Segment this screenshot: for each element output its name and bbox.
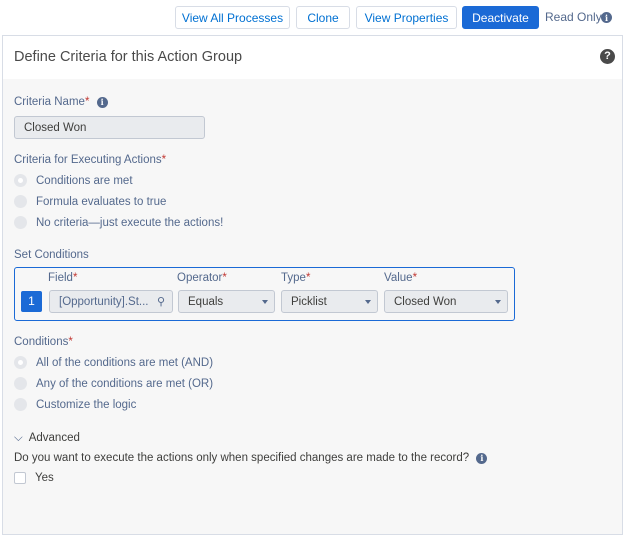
view-properties-button[interactable]: View Properties: [356, 6, 457, 29]
field-header: Field*: [48, 272, 78, 284]
info-icon[interactable]: i: [96, 96, 108, 108]
advanced-question: Do you want to execute the actions only …: [14, 452, 488, 464]
chevron-down-icon: [262, 300, 268, 304]
radio-conditions-met[interactable]: Conditions are met: [14, 174, 133, 187]
chevron-down-icon: [365, 300, 371, 304]
operator-header: Operator*: [177, 272, 227, 284]
radio-custom-logic[interactable]: Customize the logic: [14, 398, 136, 411]
search-icon: ⚲: [156, 296, 165, 308]
yes-checkbox[interactable]: Yes: [14, 472, 54, 484]
radio-any-or[interactable]: Any of the conditions are met (OR): [14, 377, 213, 390]
panel-header: Define Criteria for this Action Group ?: [3, 36, 622, 79]
help-icon[interactable]: ?: [600, 49, 615, 64]
row-number-badge: 1: [21, 291, 42, 312]
view-all-processes-button[interactable]: View All Processes: [175, 6, 290, 29]
chevron-down-icon: [495, 300, 501, 304]
read-only-label: Read Only: [545, 10, 602, 24]
condition-row: Field* Operator* Type* Value* 1 [Opportu…: [14, 267, 515, 321]
deactivate-button[interactable]: Deactivate: [462, 6, 539, 29]
value-select[interactable]: Closed Won: [384, 290, 508, 313]
type-select[interactable]: Picklist: [281, 290, 378, 313]
type-header: Type*: [281, 272, 311, 284]
executing-label: Criteria for Executing Actions*: [14, 154, 167, 166]
operator-select[interactable]: Equals: [178, 290, 275, 313]
clone-button[interactable]: Clone: [296, 6, 350, 29]
panel-title: Define Criteria for this Action Group: [14, 49, 243, 65]
conditions-label: Conditions*: [14, 336, 73, 348]
radio-all-and[interactable]: All of the conditions are met (AND): [14, 356, 213, 369]
set-conditions-label: Set Conditions: [14, 249, 89, 261]
advanced-toggle[interactable]: ⌵ Advanced: [14, 432, 80, 445]
radio-no-criteria[interactable]: No criteria—just execute the actions!: [14, 216, 223, 229]
value-header: Value*: [384, 272, 418, 284]
info-icon[interactable]: i: [601, 12, 612, 23]
radio-formula[interactable]: Formula evaluates to true: [14, 195, 166, 208]
criteria-name-input[interactable]: Closed Won: [14, 116, 205, 139]
info-icon[interactable]: i: [476, 452, 488, 464]
field-lookup-input[interactable]: [Opportunity].St... ⚲: [49, 290, 173, 313]
criteria-name-label: Criteria Name* i: [14, 96, 108, 108]
chevron-down-icon: ⌵: [14, 432, 23, 444]
